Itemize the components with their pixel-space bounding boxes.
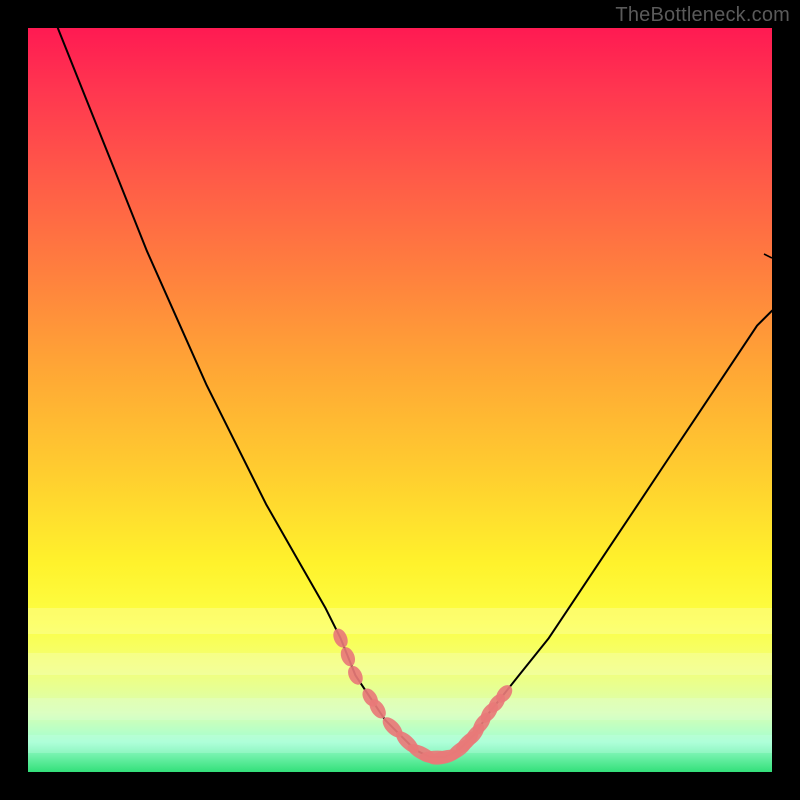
curve-layer (28, 28, 772, 772)
valley-marker (338, 645, 358, 668)
valley-marker (330, 626, 350, 650)
bottleneck-curve (58, 28, 772, 757)
valley-marker (345, 663, 366, 687)
watermark-label: TheBottleneck.com (615, 4, 790, 27)
plot-area (28, 28, 772, 772)
curve-path (58, 28, 772, 757)
chart-frame: TheBottleneck.com (0, 0, 800, 800)
valley-markers (330, 626, 515, 767)
stray-tick (764, 254, 772, 258)
